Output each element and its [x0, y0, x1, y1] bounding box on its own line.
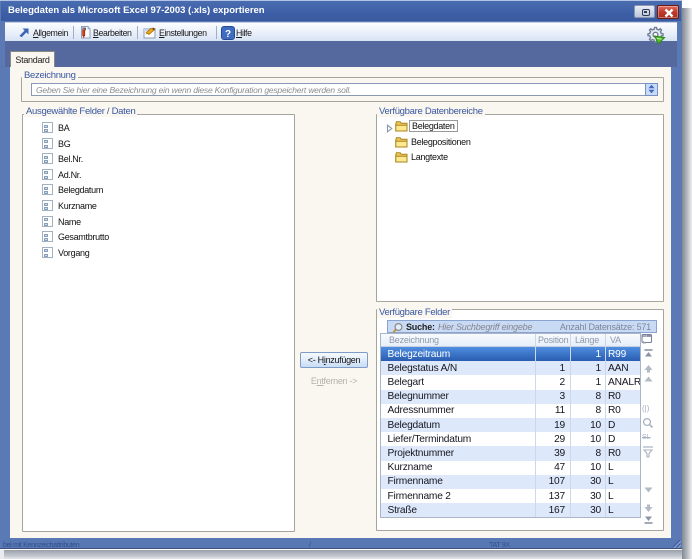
svg-text:?: ? [225, 29, 231, 40]
